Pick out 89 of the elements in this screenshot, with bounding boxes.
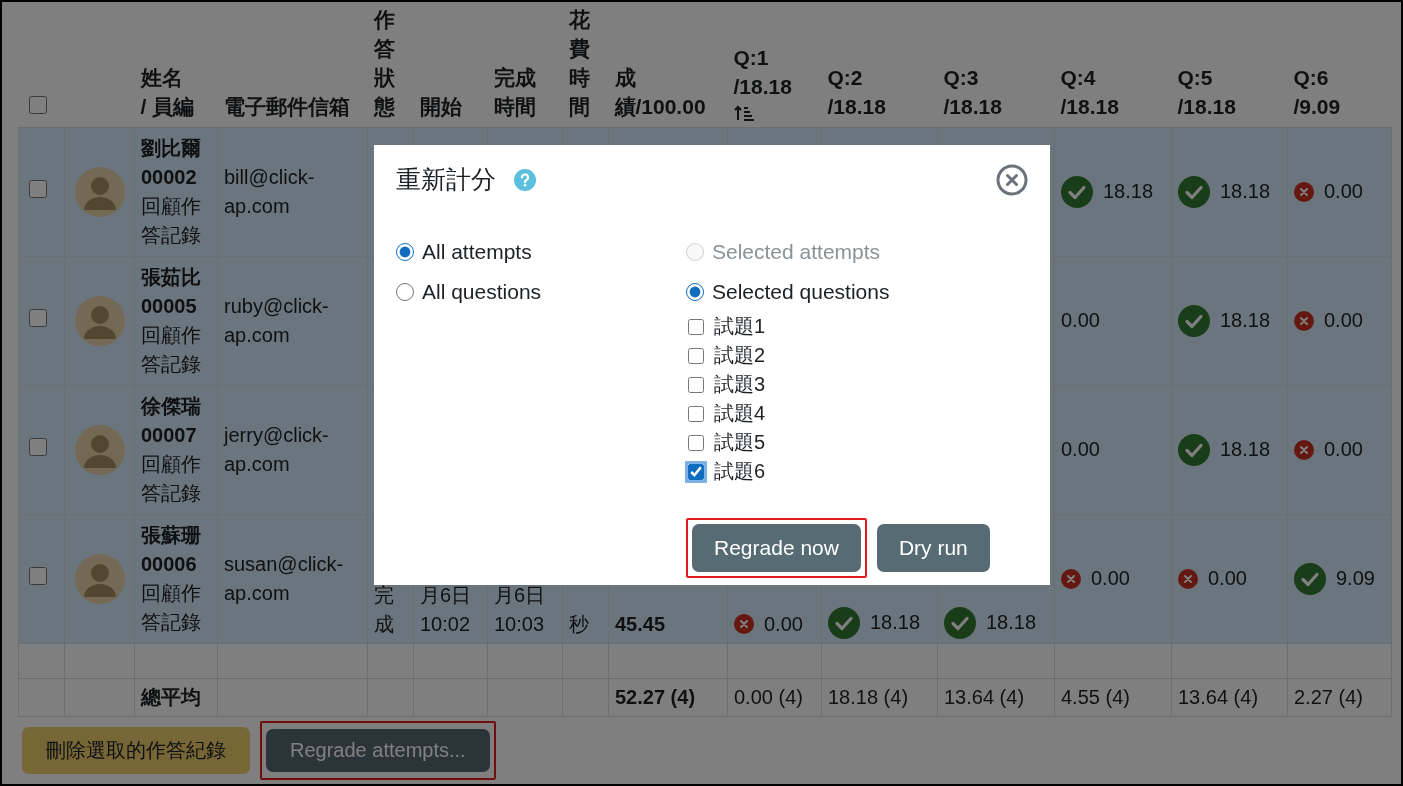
column-header[interactable]: 姓名 / 員編 — [140, 62, 195, 121]
email-text: bill@click-ap.com — [224, 165, 315, 217]
score-text: 0.00 — [1208, 566, 1247, 591]
column-header[interactable]: 花費時間 — [568, 4, 603, 121]
question-label[interactable]: 試題4 — [714, 400, 766, 427]
radio-button[interactable] — [396, 283, 414, 301]
column-header[interactable]: 作答狀態 — [373, 4, 408, 121]
email-text: ruby@click-ap.com — [224, 294, 329, 346]
row-checkbox[interactable] — [29, 438, 47, 456]
radio-button[interactable] — [396, 243, 414, 261]
score-text: 18.18 — [870, 610, 921, 635]
start-time: 月6日 10:02 — [420, 583, 472, 635]
score-text: 0.00 — [1324, 437, 1363, 462]
status-text: 完成 — [374, 583, 394, 635]
avatar-silhouette — [74, 424, 125, 475]
question-checkbox[interactable] — [688, 405, 704, 422]
avatar-silhouette — [74, 553, 125, 604]
column-header[interactable]: Q:1 /18.18 — [733, 42, 792, 101]
review-link[interactable]: 回顧作答記錄 — [141, 578, 211, 637]
question-checkbox[interactable] — [688, 347, 704, 364]
student-id: 00006 — [141, 551, 198, 577]
duration-text: 秒 — [569, 612, 589, 635]
grade-text: 45.45 — [615, 612, 666, 635]
student-name: 徐傑瑞 — [141, 393, 202, 419]
option-label[interactable]: All questions — [422, 280, 542, 304]
score-text: 0.00 — [1324, 179, 1363, 204]
average-score: 0.00 (4) — [734, 685, 803, 708]
score-text: 0.00 — [1061, 437, 1100, 462]
question-label[interactable]: 試題5 — [714, 429, 766, 456]
column-header[interactable]: 電子郵件信箱 — [223, 91, 350, 121]
column-header[interactable]: Q:5 /18.18 — [1177, 62, 1236, 121]
student-id: 00007 — [141, 422, 198, 448]
question-checkbox[interactable] — [688, 376, 704, 393]
review-link[interactable]: 回顧作答記錄 — [141, 320, 211, 379]
score-text: 0.00 — [1061, 308, 1100, 333]
score-text: 18.18 — [1220, 179, 1271, 204]
dialog-button[interactable]: Regrade now — [686, 518, 867, 578]
average-score: 13.64 (4) — [944, 685, 1025, 708]
action-button[interactable]: Regrade attempts... — [260, 720, 496, 780]
column-header[interactable]: Q:6 /9.09 — [1293, 62, 1341, 121]
sort-ascending-icon[interactable] — [733, 104, 756, 121]
question-checkbox[interactable] — [688, 318, 704, 335]
avatar-silhouette — [74, 295, 125, 346]
close-icon[interactable] — [996, 163, 1028, 196]
student-id: 00002 — [141, 164, 198, 190]
question-label[interactable]: 試題3 — [714, 371, 766, 398]
score-text: 9.09 — [1336, 566, 1375, 591]
column-header[interactable]: Q:3 /18.18 — [943, 62, 1002, 121]
score-text: 0.00 — [1091, 566, 1130, 591]
student-name: 張茹比 — [141, 264, 202, 290]
question-checkbox[interactable] — [688, 463, 704, 480]
score-text: 0.00 — [764, 611, 803, 637]
score-text: 18.18 — [1220, 437, 1271, 462]
row-checkbox[interactable] — [29, 567, 47, 585]
email-text: jerry@click-ap.com — [224, 423, 329, 475]
column-header[interactable]: Q:4 /18.18 — [1060, 62, 1119, 121]
student-name: 張蘇珊 — [141, 522, 202, 548]
column-header[interactable]: Q:2 /18.18 — [827, 62, 886, 121]
average-score: 13.64 (4) — [1178, 685, 1259, 708]
score-text: 18.18 — [986, 610, 1037, 635]
row-checkbox[interactable] — [29, 180, 47, 198]
option-label[interactable]: Selected questions — [712, 280, 890, 304]
review-link[interactable]: 回顧作答記錄 — [141, 191, 211, 250]
question-label[interactable]: 試題2 — [714, 342, 766, 369]
dialog-title: 重新計分 — [396, 164, 496, 195]
score-text: 0.00 — [1324, 308, 1363, 333]
select-all-checkbox[interactable] — [28, 95, 47, 114]
finish-time: 月6日 10:03 — [494, 583, 546, 635]
average-score: 2.27 (4) — [1294, 685, 1363, 708]
score-text: 18.18 — [1220, 308, 1271, 333]
radio-button[interactable] — [686, 283, 704, 301]
avatar-silhouette — [74, 166, 125, 217]
column-header[interactable]: 開始 — [419, 91, 462, 121]
question-label[interactable]: 試題1 — [714, 313, 766, 340]
question-checkbox[interactable] — [688, 434, 704, 451]
email-text: susan@click-ap.com — [224, 552, 344, 604]
average-label: 總平均 — [141, 685, 201, 708]
score-text: 18.18 — [1103, 179, 1154, 204]
student-name: 劉比爾 — [141, 135, 202, 161]
column-header[interactable]: 成績/100.00 — [614, 62, 722, 121]
average-score: 4.55 (4) — [1061, 685, 1130, 708]
average-score: 18.18 (4) — [828, 685, 909, 708]
option-label[interactable]: All attempts — [422, 240, 532, 264]
student-id: 00005 — [141, 293, 198, 319]
average-grade: 52.27 (4) — [615, 685, 696, 708]
column-header[interactable]: 完成時間 — [493, 62, 540, 121]
review-link[interactable]: 回顧作答記錄 — [141, 449, 211, 508]
question-label[interactable]: 試題6 — [714, 458, 766, 485]
row-checkbox[interactable] — [29, 309, 47, 327]
